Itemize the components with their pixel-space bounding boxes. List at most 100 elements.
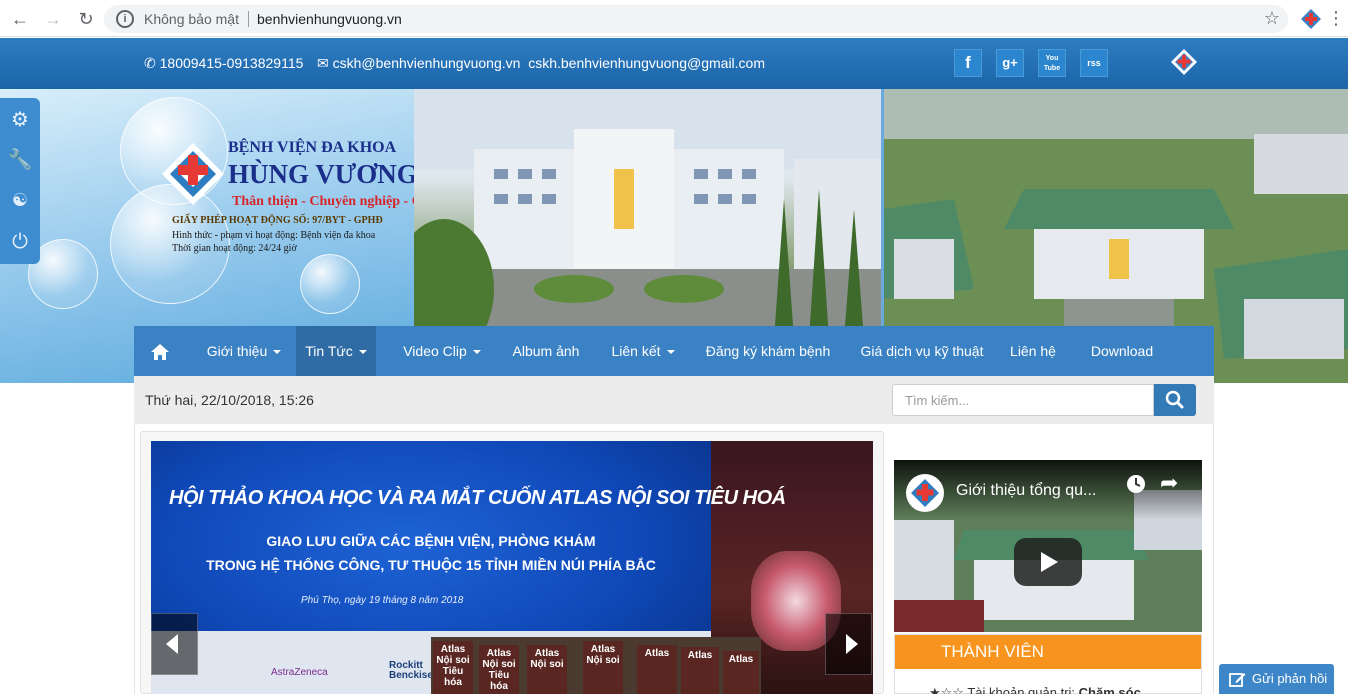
current-date: Thứ hai, 22/10/2018, 15:26 — [145, 392, 314, 408]
nav-gioi-thieu[interactable]: Giới thiệu — [194, 326, 294, 376]
nav-dang-ky-kham-benh[interactable]: Đăng ký khám bệnh — [694, 326, 842, 376]
book-cover: Atlas — [637, 645, 677, 694]
members-panel: THÀNH VIÊN ★☆☆ Tài khoản quản trị: Chăm … — [894, 634, 1202, 694]
home-icon — [151, 344, 169, 361]
nav-album-anh[interactable]: Album ảnh — [502, 326, 590, 376]
edit-icon — [1229, 673, 1246, 687]
video-title[interactable]: Giới thiệu tổng qu... — [956, 482, 1096, 500]
wrench-icon[interactable]: 🔧 — [6, 146, 34, 174]
nav-download[interactable]: Download — [1080, 326, 1164, 376]
info-icon[interactable]: i — [116, 10, 134, 28]
browser-toolbar: ← → ↻ i Không bảo mật benhvienhungvuong.… — [0, 0, 1348, 37]
extension-logo-icon[interactable] — [1300, 8, 1322, 30]
news-slide[interactable]: HỘI THẢO KHOA HỌC VÀ RA MẮT CUỐN ATLAS N… — [151, 441, 873, 694]
phone-icon: ✆ — [144, 55, 156, 71]
feedback-label: Gửi phản hồi — [1252, 671, 1328, 686]
rss-icon[interactable]: rss — [1080, 49, 1108, 77]
google-plus-icon[interactable]: g+ — [996, 49, 1024, 77]
bookmark-star-icon[interactable]: ☆ — [1264, 8, 1280, 29]
nav-lien-ket[interactable]: Liên kết — [600, 326, 686, 376]
caret-down-icon — [273, 350, 282, 355]
email-secondary: cskh.benhvienhungvuong@gmail.com — [528, 55, 765, 71]
slide-prev-button[interactable] — [151, 613, 198, 675]
address-bar[interactable]: i Không bảo mật benhvienhungvuong.vn ☆ — [104, 5, 1288, 33]
youtube-icon[interactable]: You Tube — [1038, 49, 1066, 77]
book-cover: Atlas Nội soi — [527, 645, 567, 694]
nav-label: Download — [1090, 343, 1154, 359]
nav-label: Giá dịch vụ kỹ thuật — [860, 343, 984, 359]
nav-tin-tuc[interactable]: Tin Tức — [296, 326, 376, 376]
nav-lien-he[interactable]: Liên hệ — [1004, 326, 1062, 376]
book-cover: Atlas Nội soi Tiêu hóa — [479, 645, 519, 694]
nav-label: Video Clip — [403, 343, 467, 359]
nav-label: Tin Tức — [305, 343, 353, 359]
envelope-icon: ✉ — [317, 55, 329, 71]
book-cover: Atlas — [723, 651, 759, 694]
hospital-logo-small-icon[interactable] — [1170, 48, 1198, 76]
brand-line-2: HÙNG VƯƠNG — [228, 159, 414, 189]
book-cover: Atlas Nội soi — [583, 641, 623, 694]
brand-hours: Thời gian hoạt động: 24/24 giờ — [172, 243, 297, 254]
date-search-strip: Thứ hai, 22/10/2018, 15:26 — [134, 376, 1214, 424]
settings-gears-icon[interactable]: ⚙ — [6, 106, 34, 134]
slide-date: Phú Thọ, ngày 19 tháng 8 năm 2018 — [301, 595, 464, 606]
caret-down-icon — [472, 350, 481, 355]
url-text[interactable]: benhvienhungvuong.vn — [257, 11, 402, 27]
channel-avatar-icon[interactable] — [906, 474, 944, 512]
brand-license: GIẤY PHÉP HOẠT ĐỘNG SỐ: 97/BYT - GPHĐ — [172, 215, 383, 226]
reload-icon[interactable]: ↻ — [75, 8, 97, 30]
search-icon — [1165, 390, 1184, 409]
members-title: THÀNH VIÊN — [941, 642, 1044, 661]
brand-line-1: BỆNH VIỆN ĐA KHOA — [228, 139, 397, 156]
arrow-left-icon — [166, 634, 178, 654]
nav-video-clip[interactable]: Video Clip — [392, 326, 492, 376]
sponsor-rockitt: Rockitt Benckiser — [389, 660, 437, 681]
facebook-icon[interactable]: f — [954, 49, 982, 77]
users-icon[interactable]: ☯ — [6, 186, 34, 214]
share-arrow-icon[interactable]: ➦ — [1160, 470, 1178, 496]
feedback-button[interactable]: Gửi phản hồi — [1219, 664, 1334, 694]
email-contact[interactable]: ✉ cskh@benhvienhungvuong.vn cskh.benhvie… — [317, 55, 765, 72]
books-display: Atlas Nội soi Tiêu hóa Atlas Nội soi Tiê… — [431, 637, 761, 694]
nav-label: Album ảnh — [512, 343, 580, 359]
brand-slogan: Thân thiện - Chuyên nghiệp - Chu đáo — [232, 194, 414, 209]
forward-icon[interactable]: → — [42, 8, 64, 30]
slide-subtitle-2: TRONG HỆ THỐNG CÔNG, TƯ THUỘC 15 TỈNH MI… — [206, 557, 656, 573]
hospital-logo-icon — [162, 143, 224, 205]
youtube-video-player[interactable]: Giới thiệu tổng qu... ➦ — [894, 460, 1202, 632]
email-primary: cskh@benhvienhungvuong.vn — [332, 55, 521, 71]
slide-next-button[interactable] — [825, 613, 872, 675]
watch-later-clock-icon[interactable] — [1126, 474, 1146, 494]
power-icon[interactable]: ⏻ — [6, 228, 34, 256]
back-icon[interactable]: ← — [9, 8, 31, 30]
address-separator — [248, 11, 249, 27]
nav-label: Liên hệ — [1010, 343, 1056, 359]
phone-number: 18009415-0913829115 — [159, 55, 304, 71]
slide-title: HỘI THẢO KHOA HỌC VÀ RA MẮT CUỐN ATLAS N… — [169, 487, 786, 509]
nav-label: Giới thiệu — [206, 343, 268, 359]
contact-bar: ✆ 18009415-0913829115 ✉ cskh@benhvienhun… — [0, 38, 1348, 89]
brand-scope: Hình thức - phạm vi hoạt động: Bệnh viện… — [172, 230, 376, 241]
admin-account-row[interactable]: ★☆☆ Tài khoản quản trị: Chăm sóc — [929, 685, 1141, 694]
rating-stars-icon: ★☆☆ — [929, 685, 964, 694]
play-icon[interactable] — [1014, 538, 1082, 586]
members-header: THÀNH VIÊN — [895, 635, 1201, 669]
admin-account-value: Chăm sóc — [1078, 685, 1141, 694]
nav-label: Liên kết — [611, 343, 661, 359]
caret-down-icon — [666, 350, 675, 355]
main-nav: Giới thiệu Tin Tức Video Clip Album ảnh … — [134, 326, 1214, 376]
nav-label: Đăng ký khám bệnh — [705, 343, 831, 359]
arrow-right-icon — [846, 634, 858, 654]
browser-menu-icon[interactable]: ⋮ — [1327, 7, 1345, 29]
search-button[interactable] — [1154, 384, 1196, 416]
admin-account-label: Tài khoản quản trị: — [967, 685, 1076, 694]
side-toolbar: ⚙ 🔧 ☯ ⏻ — [0, 98, 40, 264]
search-input[interactable] — [892, 384, 1154, 416]
slide-subtitle-1: GIAO LƯU GIỮA CÁC BỆNH VIỆN, PHÒNG KHÁM — [266, 533, 596, 549]
nav-gia-dich-vu[interactable]: Giá dịch vụ kỹ thuật — [850, 326, 994, 376]
nav-home[interactable] — [134, 326, 186, 376]
security-status: Không bảo mật — [144, 11, 239, 27]
decorative-bubble — [300, 254, 360, 314]
book-cover: Atlas Nội soi Tiêu hóa — [433, 641, 473, 694]
phone-contact[interactable]: ✆ 18009415-0913829115 — [144, 55, 303, 72]
